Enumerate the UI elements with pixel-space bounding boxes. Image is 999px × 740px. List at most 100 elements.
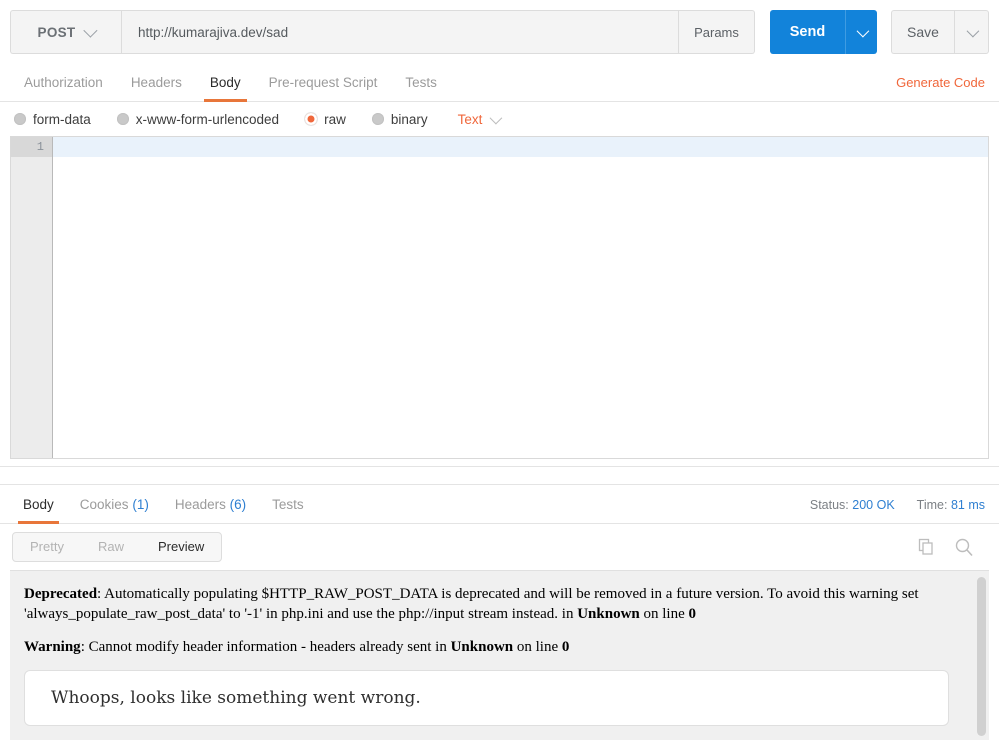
tab-label: Headers	[130, 75, 182, 90]
editor-code-area[interactable]	[53, 137, 988, 444]
tab-label: Pre-request Script	[268, 75, 378, 90]
message-level: Warning	[24, 638, 81, 655]
send-button[interactable]: Send	[770, 10, 845, 54]
message-line-number: 0	[688, 605, 697, 622]
search-icon[interactable]	[953, 536, 975, 558]
body-type-label: binary	[390, 111, 428, 127]
params-label: Params	[694, 24, 739, 40]
tab-count-badge: (6)	[229, 497, 247, 512]
tab-count-badge: (1)	[132, 497, 149, 512]
tab-body[interactable]: Body	[196, 65, 255, 102]
radio-icon	[371, 113, 384, 125]
php-deprecated-message: Deprecated: Automatically populating $HT…	[24, 585, 971, 625]
response-body-preview: Deprecated: Automatically populating $HT…	[10, 570, 989, 740]
tab-tests[interactable]: Tests	[391, 65, 451, 101]
whoops-message: Whoops, looks like something went wrong.	[51, 688, 421, 709]
body-type-form-data[interactable]: form-data	[14, 112, 91, 127]
http-method-label: POST	[37, 24, 76, 40]
time-indicator: Time: 81 ms	[917, 487, 985, 523]
body-type-label: form-data	[33, 111, 91, 127]
response-tab-tests[interactable]: Tests	[259, 487, 317, 523]
message-text-mid: on line	[513, 638, 562, 655]
request-url-field-wrap[interactable]	[121, 10, 679, 54]
body-type-raw[interactable]: raw	[305, 112, 346, 127]
response-format-row: Pretty Raw Preview	[0, 524, 999, 570]
view-mode-label: Pretty	[30, 539, 64, 554]
request-url-input[interactable]	[136, 23, 664, 41]
body-type-options: form-data x-www-form-urlencoded raw bina…	[0, 102, 999, 136]
response-tabs: Body Cookies (1) Headers (6) Tests Statu…	[0, 485, 999, 524]
response-view-mode-group: Pretty Raw Preview	[12, 532, 223, 562]
tab-headers[interactable]: Headers	[117, 65, 196, 101]
tab-authorization[interactable]: Authorization	[10, 65, 117, 101]
response-tab-body[interactable]: Body	[10, 487, 67, 524]
tab-label: Body	[23, 497, 54, 512]
raw-format-dropdown[interactable]: Text	[457, 111, 503, 127]
response-tab-cookies[interactable]: Cookies (1)	[67, 487, 162, 523]
body-type-label: x-www-form-urlencoded	[135, 111, 280, 127]
tab-label: Cookies	[79, 497, 129, 512]
whoops-error-box: Whoops, looks like something went wrong.	[24, 670, 949, 727]
raw-format-label: Text	[457, 111, 483, 127]
tab-label: Body	[209, 75, 241, 90]
params-button[interactable]: Params	[679, 10, 755, 54]
status-value: 200 OK	[852, 498, 895, 512]
view-mode-pretty[interactable]: Pretty	[13, 533, 81, 561]
editor-gutter-bottom	[11, 444, 53, 458]
editor-bottom-edge	[10, 444, 989, 459]
body-type-binary[interactable]: binary	[371, 111, 428, 127]
tab-label: Tests	[405, 75, 437, 90]
message-line-number: 0	[561, 638, 570, 655]
save-options-button[interactable]	[954, 10, 989, 54]
response-body-scrollbar[interactable]	[977, 577, 986, 736]
status-label: Status:	[809, 498, 849, 512]
tab-label: Authorization	[24, 75, 103, 90]
http-method-select[interactable]: POST	[10, 10, 121, 54]
save-button[interactable]: Save	[891, 10, 954, 54]
message-location: Unknown	[450, 638, 514, 655]
save-label: Save	[907, 24, 939, 40]
message-text-mid: on line	[639, 605, 689, 622]
message-location: Unknown	[577, 605, 640, 622]
response-meta: Status: 200 OK Time: 81 ms	[810, 487, 989, 523]
view-mode-label: Preview	[157, 539, 205, 554]
chevron-down-icon	[83, 23, 98, 38]
message-level: Deprecated	[24, 586, 98, 602]
send-label: Send	[789, 24, 826, 40]
generate-code-link[interactable]: Generate Code	[896, 65, 989, 101]
request-body-editor[interactable]: 1	[10, 136, 989, 444]
editor-active-line	[53, 137, 988, 157]
body-type-x-www-form-urlencoded[interactable]: x-www-form-urlencoded	[116, 111, 280, 127]
request-url-bar: POST Params Send Save	[0, 0, 999, 63]
request-tabs: Authorization Headers Body Pre-request S…	[0, 63, 999, 102]
radio-icon	[116, 113, 129, 125]
copy-icon[interactable]	[915, 536, 937, 558]
body-type-label: raw	[324, 111, 346, 127]
generate-code-label: Generate Code	[896, 75, 985, 90]
message-text: : Cannot modify header information - hea…	[80, 638, 451, 655]
scrollbar-thumb[interactable]	[977, 577, 986, 736]
send-options-button[interactable]	[845, 10, 877, 54]
send-button-group: Send	[770, 10, 877, 54]
radio-icon	[14, 113, 26, 125]
view-mode-raw[interactable]: Raw	[81, 533, 141, 561]
time-label: Time:	[916, 498, 948, 512]
response-tab-headers[interactable]: Headers (6)	[162, 487, 259, 523]
tab-label: Tests	[272, 497, 304, 512]
view-mode-label: Raw	[97, 539, 124, 554]
status-indicator: Status: 200 OK	[810, 487, 895, 523]
pane-splitter[interactable]	[0, 466, 999, 485]
tab-pre-request-script[interactable]: Pre-request Script	[255, 65, 392, 101]
response-actions	[915, 536, 987, 558]
chevron-down-icon	[856, 24, 870, 37]
save-button-group: Save	[891, 10, 989, 54]
chevron-down-icon	[966, 24, 980, 37]
message-text: : Automatically populating $HTTP_RAW_POS…	[24, 586, 919, 622]
time-value: 81 ms	[950, 498, 985, 512]
editor-gutter: 1	[11, 137, 53, 444]
php-warning-message: Warning: Cannot modify header informatio…	[24, 638, 971, 658]
radio-selected-icon	[305, 113, 318, 125]
tab-label: Headers	[174, 497, 226, 512]
chevron-down-icon	[489, 111, 503, 124]
view-mode-preview[interactable]: Preview	[141, 533, 221, 561]
